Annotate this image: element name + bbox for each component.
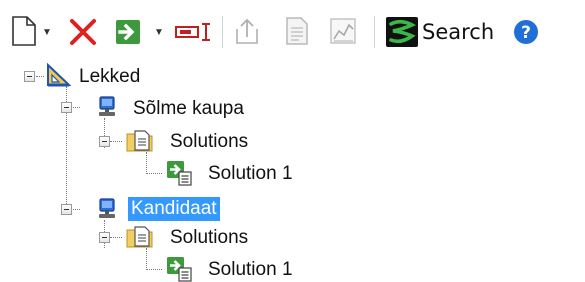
- tree-connector: [146, 173, 162, 174]
- search-label[interactable]: Search: [422, 19, 494, 45]
- run-dropdown-caret-icon[interactable]: ▼: [154, 28, 164, 38]
- triangle-ruler-icon: [47, 63, 71, 87]
- new-document-button[interactable]: [10, 14, 38, 48]
- help-icon: ?: [514, 20, 538, 44]
- computer-icon: [99, 198, 115, 218]
- tree-folder-label[interactable]: Solutions: [170, 130, 248, 154]
- report-button[interactable]: [282, 15, 312, 47]
- toolbar-separator: [374, 16, 375, 48]
- text-cursor-icon: [175, 23, 210, 41]
- computer-icon: [99, 96, 115, 116]
- document-icon: [286, 17, 308, 45]
- tree-connector: [36, 76, 44, 77]
- help-button[interactable]: ?: [512, 18, 540, 46]
- tree-node-root-label[interactable]: Lekked: [79, 65, 140, 89]
- collapse-toggle-root[interactable]: [24, 71, 35, 82]
- tree-connector: [110, 141, 122, 142]
- tree-node-label[interactable]: Sõlme kaupa: [133, 97, 244, 121]
- tree-connector: [146, 269, 162, 270]
- export-button[interactable]: [232, 16, 262, 46]
- green-arrow-icon: [116, 20, 140, 44]
- tree-view: Lekked Sõlme kaupa Solutions Solution 1 …: [0, 60, 585, 282]
- collapse-toggle-folder-2[interactable]: [99, 232, 110, 243]
- folder-document-icon: [126, 130, 153, 152]
- solution-icon: [167, 161, 192, 186]
- rename-button[interactable]: [174, 20, 212, 44]
- tree-connector: [146, 152, 147, 174]
- upload-icon: [236, 18, 258, 44]
- tree-node-label-selected[interactable]: Kandidaat: [128, 197, 220, 221]
- collapse-toggle-node-2[interactable]: [61, 204, 72, 215]
- chart-icon: [330, 18, 356, 44]
- chart-button[interactable]: [328, 16, 358, 46]
- new-document-icon: [12, 16, 36, 46]
- folder-document-icon: [126, 226, 153, 248]
- new-dropdown-caret-icon[interactable]: ▼: [42, 28, 52, 38]
- solution-icon: [167, 257, 192, 282]
- tree-folder-label[interactable]: Solutions: [170, 226, 248, 250]
- run-button[interactable]: [114, 18, 142, 46]
- tree-solution-label[interactable]: Solution 1: [208, 162, 293, 186]
- collapse-toggle-node-1[interactable]: [61, 102, 72, 113]
- toolbar-separator: [222, 16, 223, 48]
- tree-connector: [146, 248, 147, 270]
- search-logo-icon: [386, 17, 418, 47]
- toolbar: ▼ ▼ Search ?: [0, 0, 585, 60]
- svg-text:?: ?: [521, 23, 531, 43]
- delete-button[interactable]: [66, 16, 100, 48]
- tree-connector: [110, 237, 122, 238]
- red-x-icon: [70, 19, 96, 45]
- collapse-toggle-folder-1[interactable]: [99, 136, 110, 147]
- search-button[interactable]: [384, 15, 420, 49]
- tree-solution-label[interactable]: Solution 1: [208, 258, 293, 282]
